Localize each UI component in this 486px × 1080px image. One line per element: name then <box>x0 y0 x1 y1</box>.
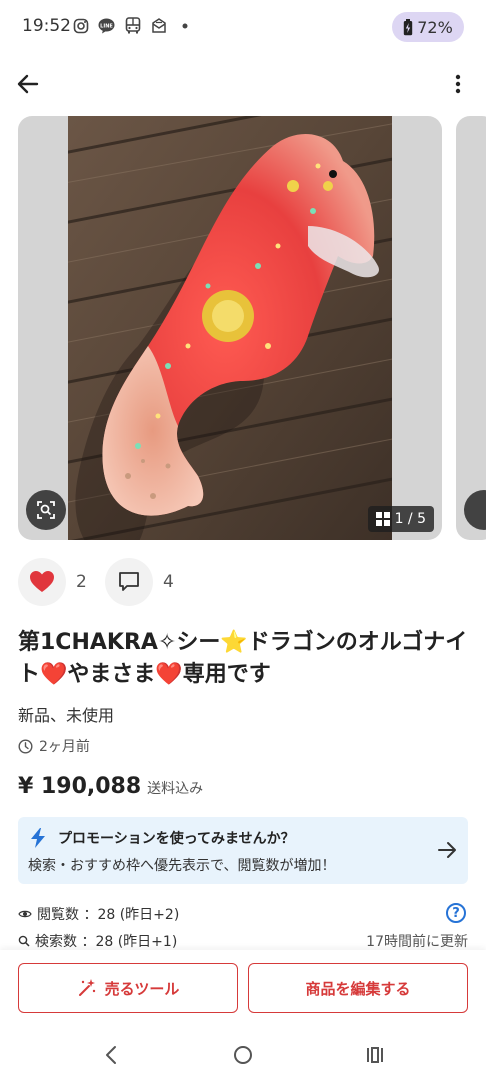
grid-icon <box>375 512 390 526</box>
arrow-left-icon <box>17 74 39 94</box>
heart-icon <box>30 571 54 592</box>
product-photo <box>68 116 392 540</box>
arrow-right-icon <box>438 842 456 858</box>
battery-level: 72% <box>417 17 453 37</box>
more-vertical-icon <box>455 74 461 94</box>
nav-back-icon[interactable] <box>100 1044 122 1066</box>
promotion-title: プロモーションを使ってみませんか？ <box>58 831 295 847</box>
app-bar <box>0 60 486 110</box>
item-price: ¥ 190,088 <box>18 774 142 799</box>
lens-scan-icon <box>37 501 55 519</box>
last-updated: 17時間前に更新 <box>366 934 468 950</box>
battery-charging-icon <box>404 18 413 35</box>
like-count: 2 <box>76 572 87 592</box>
promotion-banner[interactable]: プロモーションを使ってみませんか？ 検索・おすすめ枠へ優先表示で、閲覧数が増加！ <box>18 817 468 884</box>
nav-home-icon[interactable] <box>232 1044 254 1066</box>
comment-icon <box>119 572 139 591</box>
image-counter: 1 / 5 <box>367 506 434 532</box>
clock-icon <box>18 738 33 754</box>
status-time: 19:52 <box>22 16 71 36</box>
search-count-text: 検索数 ：28 (昨日+1) <box>35 934 178 950</box>
posted-time: 2ヶ月前 <box>18 736 90 756</box>
back-button[interactable] <box>12 68 44 100</box>
shipping-label: 送料込み <box>147 781 204 797</box>
comment-button[interactable] <box>105 558 153 606</box>
eye-icon <box>18 910 32 918</box>
image-search-button[interactable] <box>26 490 66 530</box>
item-condition: 新品、未使用 <box>18 706 115 725</box>
svg-text:LINE: LINE <box>100 23 113 29</box>
bus-icon <box>124 17 141 34</box>
price-row: ¥ 190,088 送料込み <box>18 774 203 799</box>
product-image-gallery[interactable]: 1 / 5 <box>18 116 442 540</box>
bottom-action-bar: 売るツール 商品を編集する <box>0 950 486 1032</box>
search-count-stat: 検索数 ：28 (昨日+1) <box>18 931 177 951</box>
search-icon <box>18 935 30 947</box>
view-count-stat: 閲覧数 ：28 (昨日+2) <box>18 904 179 924</box>
item-title: 第1CHAKRA✧シー⭐ドラゴンのオルゴナイト❤️やまさま❤️専用です <box>18 630 468 687</box>
help-icon[interactable]: ? <box>446 903 466 923</box>
sell-tool-button[interactable]: 売るツール <box>18 963 238 1013</box>
comment-count: 4 <box>163 572 174 592</box>
edit-item-label: 商品を編集する <box>305 979 411 998</box>
nav-recents-icon[interactable] <box>364 1044 386 1066</box>
status-bar: 19:52 LINE 72% <box>0 0 486 56</box>
dot-icon <box>176 17 193 34</box>
view-count-text: 閲覧数 ：28 (昨日+2) <box>37 907 180 923</box>
status-icons: LINE <box>72 17 193 34</box>
line-icon: LINE <box>98 17 115 34</box>
posted-time-text: 2ヶ月前 <box>39 739 90 755</box>
like-button[interactable] <box>18 558 66 606</box>
promotion-description: 検索・おすすめ枠へ優先表示で、閲覧数が増加！ <box>28 858 336 874</box>
system-nav-bar <box>0 1032 486 1080</box>
edit-item-button[interactable]: 商品を編集する <box>248 963 468 1013</box>
inbox-icon <box>150 17 167 34</box>
next-image-peek[interactable] <box>456 116 486 540</box>
lightning-icon <box>31 828 45 848</box>
more-options-button[interactable] <box>442 68 474 100</box>
sell-tool-label: 売るツール <box>104 979 180 998</box>
image-counter-text: 1 / 5 <box>394 511 426 527</box>
instagram-icon <box>72 17 89 34</box>
magic-wand-icon <box>78 979 95 996</box>
lens-scan-icon <box>464 490 486 530</box>
battery-indicator: 72% <box>392 12 464 42</box>
